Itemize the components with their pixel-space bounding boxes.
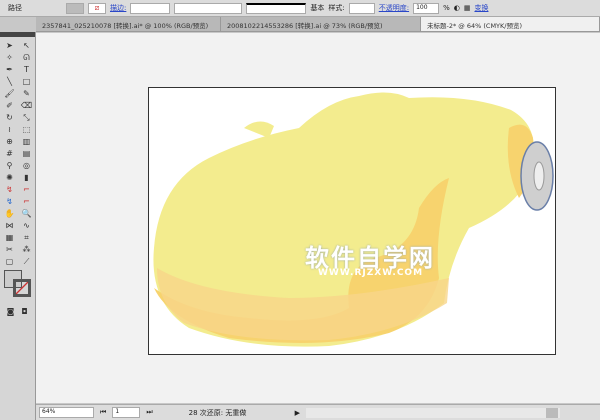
percent-sign: %: [443, 4, 450, 12]
tab-document-2[interactable]: 2008102214553286 [转换].ai @ 73% (RGB/预览): [221, 17, 421, 31]
rectangle-tool-icon[interactable]: □: [19, 76, 34, 87]
stroke-swatch[interactable]: ⧄: [88, 2, 106, 14]
pen-tool-icon[interactable]: ✒: [2, 64, 17, 75]
stroke-label[interactable]: 描边:: [110, 3, 126, 13]
status-message: 28 次还原: 无重做: [188, 408, 247, 417]
fill-stroke-swatches[interactable]: [3, 270, 35, 304]
blend-icon[interactable]: ◎: [19, 160, 34, 171]
scrollbar-thumb[interactable]: [546, 407, 559, 418]
normal-mode-icon[interactable]: ◙: [4, 306, 17, 317]
twirl-icon[interactable]: ∿: [19, 220, 34, 231]
scissors-icon[interactable]: ✂: [2, 244, 17, 255]
tools-panel: ➤ ↖ ✧ ᘏ ✒ T ╲ □ 🖌 ✎ ✐ ⌫ ↻ ⤡ ≀ ⬚ ⊕ ▥ # ▤ ⚲ ◎ ✺ ▮ ↯ ⌐ ↯…: [0, 32, 36, 420]
scale-icon[interactable]: ⤡: [19, 112, 34, 123]
fill-swatch[interactable]: [66, 2, 84, 14]
style-label: 样式:: [328, 4, 345, 12]
lasso-icon[interactable]: ᘏ: [19, 52, 34, 63]
style-dropdown[interactable]: [348, 2, 375, 14]
car-illustration: [153, 92, 554, 347]
mesh-icon[interactable]: #: [2, 148, 17, 159]
align-icon[interactable]: ▦: [464, 4, 471, 12]
column-graph-icon[interactable]: ▦: [2, 232, 17, 243]
symbol-sprayer-icon[interactable]: ✺: [2, 172, 17, 183]
document-tabs: 2357841_025210078 [转换].ai* @ 100% (RGB/预…: [36, 17, 600, 32]
artboard[interactable]: [148, 87, 556, 355]
paintbrush-icon[interactable]: 🖌: [2, 88, 17, 99]
reflect-icon[interactable]: ⋈: [2, 220, 17, 231]
pencil-icon[interactable]: ✎: [19, 88, 34, 99]
knife-icon[interactable]: ⌐: [19, 196, 34, 207]
watermark-url: WWW.RJZXW.COM: [318, 268, 424, 278]
car-roof-bump: [244, 121, 274, 138]
transform-link[interactable]: 变换: [474, 3, 488, 13]
slice-tool-icon[interactable]: ⌐: [19, 184, 34, 195]
artboard-tool-icon[interactable]: ↯: [2, 184, 17, 195]
stroke-weight-input[interactable]: [130, 2, 171, 14]
canvas-area[interactable]: [36, 33, 600, 403]
draw-behind-icon[interactable]: ◘: [18, 306, 31, 317]
opacity-input[interactable]: 100: [413, 2, 440, 14]
profile-label[interactable]: 基本: [310, 3, 324, 13]
graph-tool-icon[interactable]: ▮: [19, 172, 34, 183]
crop-icon[interactable]: ⌗: [19, 232, 34, 243]
control-bar: 路径 ⧄ 描边: 基本 样式: 不透明度: 100 % ◐ ▦ 变换: [0, 0, 600, 17]
warp-icon[interactable]: ≀: [2, 124, 17, 135]
magic-wand-icon[interactable]: ✧: [2, 52, 17, 63]
shape-builder-icon[interactable]: ⊕: [2, 136, 17, 147]
hand-tool-icon[interactable]: ✋: [2, 208, 17, 219]
gradient-icon[interactable]: ▤: [19, 148, 34, 159]
type-tool-icon[interactable]: T: [19, 64, 34, 75]
variable-width-dropdown[interactable]: [174, 2, 243, 14]
status-bar: 64% ⏮ 1 ⏭ 28 次还原: 无重做 ▶: [36, 404, 600, 420]
width-tool-icon[interactable]: ↯: [2, 196, 17, 207]
direct-selection-tool-icon[interactable]: ↖: [19, 40, 34, 51]
selection-tool-icon[interactable]: ➤: [2, 40, 17, 51]
blob-brush-icon[interactable]: ✐: [2, 100, 17, 111]
mode-label: 路径: [8, 4, 22, 12]
eyedropper-icon[interactable]: ⚲: [2, 160, 17, 171]
zoom-tool-icon[interactable]: 🔍: [19, 208, 34, 219]
tab-document-3[interactable]: 未标题-2* @ 64% (CMYK/预览): [421, 17, 600, 31]
horizontal-scrollbar[interactable]: [306, 407, 560, 418]
pucker-icon[interactable]: ⁂: [19, 244, 34, 255]
brush-dropdown[interactable]: [246, 2, 307, 14]
measure-icon[interactable]: ⟋: [19, 256, 34, 267]
line-tool-icon[interactable]: ╲: [2, 76, 17, 87]
print-tiling-icon[interactable]: ▢: [2, 256, 17, 267]
opacity-label[interactable]: 不透明度:: [379, 3, 409, 13]
tab-document-1[interactable]: 2357841_025210078 [转换].ai* @ 100% (RGB/预…: [36, 17, 221, 31]
zoom-dropdown[interactable]: 64%: [39, 407, 94, 418]
next-page-icon[interactable]: ⏭: [146, 408, 152, 417]
eraser-icon[interactable]: ⌫: [19, 100, 34, 111]
page-input[interactable]: 1: [112, 407, 141, 418]
status-menu-arrow-icon[interactable]: ▶: [295, 409, 300, 417]
screen-mode-buttons: ◙ ◘: [4, 306, 31, 317]
first-page-icon[interactable]: ⏮: [100, 408, 106, 417]
free-transform-icon[interactable]: ⬚: [19, 124, 34, 135]
wheel-hub: [533, 161, 545, 191]
recolor-icon[interactable]: ◐: [454, 4, 460, 12]
rotate-icon[interactable]: ↻: [2, 112, 17, 123]
perspective-icon[interactable]: ▥: [19, 136, 34, 147]
